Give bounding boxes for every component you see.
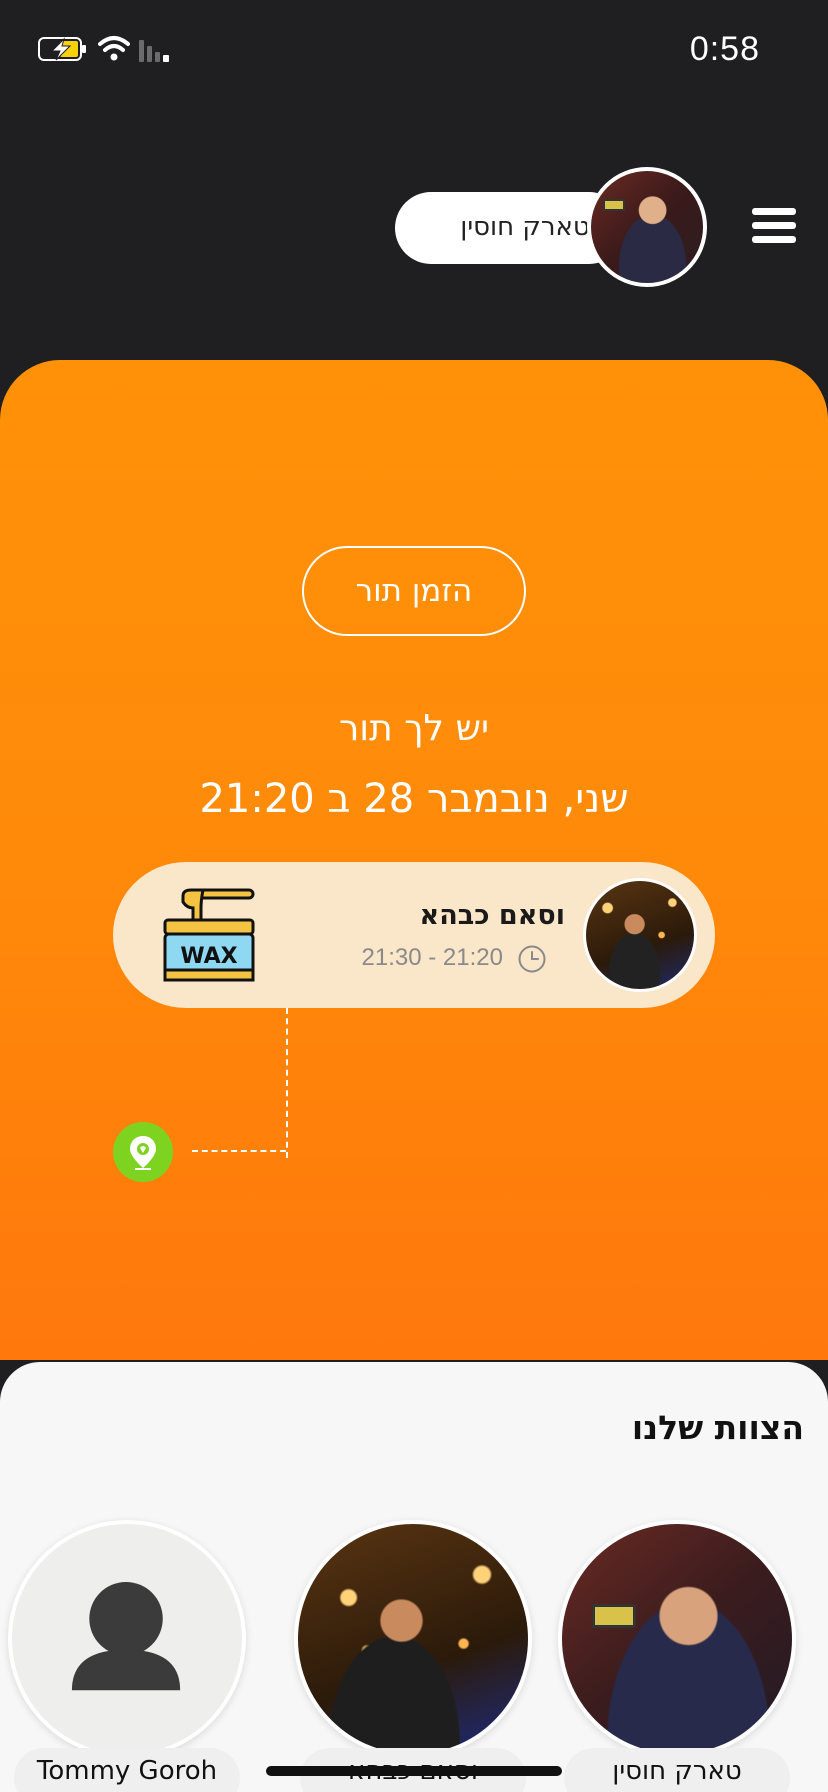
default-user-icon [71,1581,181,1691]
member-photo [294,1520,532,1758]
status-time: 0:58 [689,30,760,68]
appointment-card[interactable]: וסאם כבהא 21:30 - 21:20 WAX [113,862,715,1008]
team-section: הצוות שלנו טארק חוסין וסאם כבהא Tommy Go… [0,1362,828,1792]
hamburger-menu-icon[interactable] [752,208,796,244]
clock-icon [518,945,546,973]
team-member-card[interactable]: וסאם כבהא [294,1520,532,1792]
member-photo [558,1520,796,1758]
user-avatar[interactable] [587,167,707,287]
team-title: הצוות שלנו [631,1408,804,1447]
connector-line-horizontal [192,1150,286,1152]
team-member-card[interactable]: טארק חוסין [558,1520,796,1792]
team-member-card[interactable]: Tommy Goroh [8,1520,246,1792]
appointment-time: 21:30 - 21:20 [361,944,503,971]
location-pin-icon [130,1136,156,1170]
member-photo [8,1520,246,1758]
cellular-signal-icon [139,40,169,62]
member-name: Tommy Goroh [36,1756,218,1786]
appointment-date: שני, נובמבר 28 ב 21:20 [199,776,629,822]
have-appointment-text: יש לך תור [338,708,490,749]
book-appointment-button[interactable]: הזמן תור [302,546,526,636]
wax-label: WAX [180,944,237,969]
home-indicator [266,1766,562,1776]
wax-icon: WAX [163,888,255,982]
wifi-icon [98,36,130,61]
connector-line-vertical [286,1008,288,1158]
location-pin-button[interactable] [113,1122,173,1182]
member-name: טארק חוסין [612,1756,742,1786]
booking-panel [0,360,828,1360]
battery-charging-icon [38,37,86,61]
barber-avatar [583,878,697,992]
barber-name: וסאם כבהא [419,900,565,931]
status-bar: 0:58 [0,0,828,100]
avatar-background-sign [603,199,625,211]
photo-background-sign [592,1604,636,1628]
